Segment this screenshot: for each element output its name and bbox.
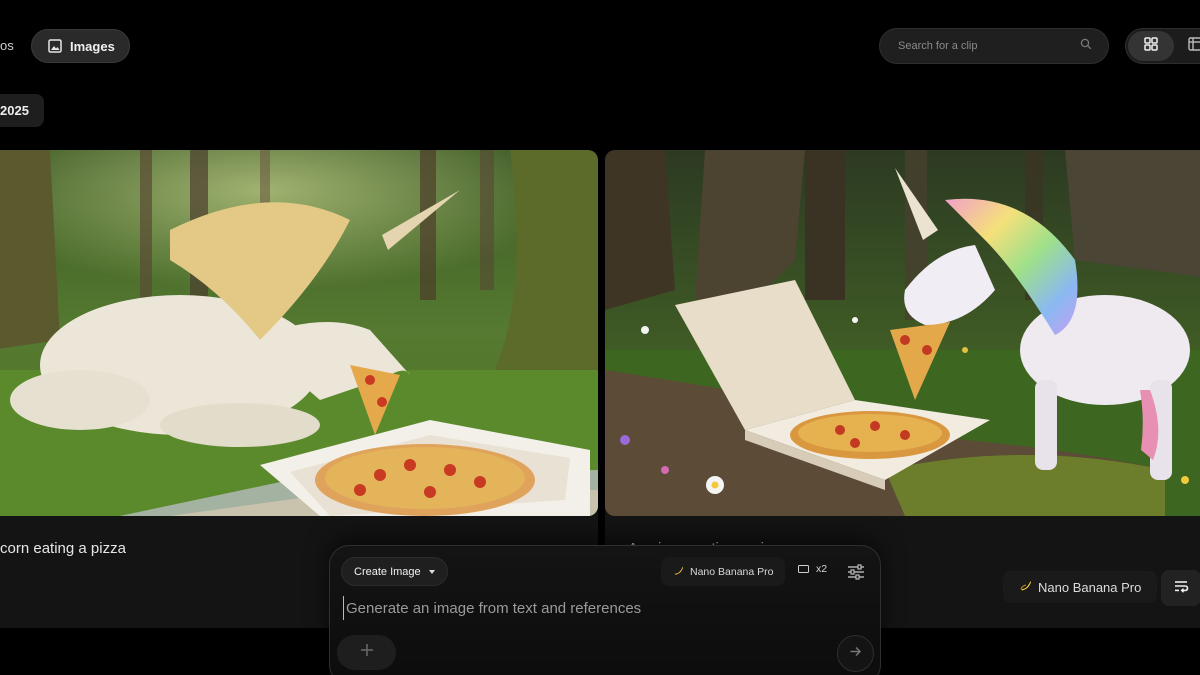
- plus-icon: [360, 643, 374, 662]
- wrap-text-icon: [1173, 579, 1189, 598]
- search-bar: [879, 28, 1109, 64]
- model-selector[interactable]: Nano Banana Pro: [661, 557, 786, 586]
- search-input[interactable]: [898, 40, 1080, 52]
- arrow-right-icon: [849, 645, 862, 663]
- image-icon: [48, 39, 62, 53]
- search-icon[interactable]: [1080, 37, 1092, 55]
- image-caption: corn eating a pizza: [0, 540, 126, 557]
- generated-image[interactable]: [605, 150, 1200, 516]
- aspect-ratio-icon: [798, 565, 809, 573]
- chevron-down-icon: [428, 569, 435, 574]
- tab-videos[interactable]: os: [0, 36, 14, 56]
- model-chip[interactable]: Nano Banana Pro: [1003, 571, 1158, 603]
- banana-icon: [673, 565, 684, 579]
- generated-image[interactable]: [0, 150, 598, 516]
- prompt-input[interactable]: [343, 596, 863, 620]
- mode-dropdown[interactable]: Create Image: [341, 557, 448, 586]
- date-chip: 2025: [0, 94, 44, 127]
- list-view-icon: [1188, 36, 1200, 56]
- view-toggle: [1125, 28, 1200, 64]
- banana-icon: [1019, 579, 1032, 595]
- send-button[interactable]: [837, 635, 874, 672]
- grid-view-button[interactable]: [1128, 31, 1174, 61]
- output-count-label: x2: [816, 563, 828, 575]
- tab-images-label: Images: [70, 38, 115, 54]
- grid-view-icon: [1144, 36, 1158, 56]
- output-count-selector[interactable]: x2: [798, 563, 827, 575]
- add-reference-button[interactable]: [337, 635, 396, 670]
- tab-images[interactable]: Images: [31, 29, 130, 63]
- tune-icon: [846, 564, 866, 586]
- mode-label: Create Image: [354, 565, 421, 578]
- model-selector-label: Nano Banana Pro: [690, 565, 774, 578]
- settings-button[interactable]: [846, 562, 866, 582]
- prompt-composer: Create Image Nano Banana Pro x2: [329, 545, 881, 675]
- model-chip-label: Nano Banana Pro: [1038, 579, 1142, 595]
- wrap-text-button[interactable]: [1161, 570, 1200, 606]
- list-view-button[interactable]: [1188, 31, 1200, 61]
- date-label: 2025: [0, 103, 29, 118]
